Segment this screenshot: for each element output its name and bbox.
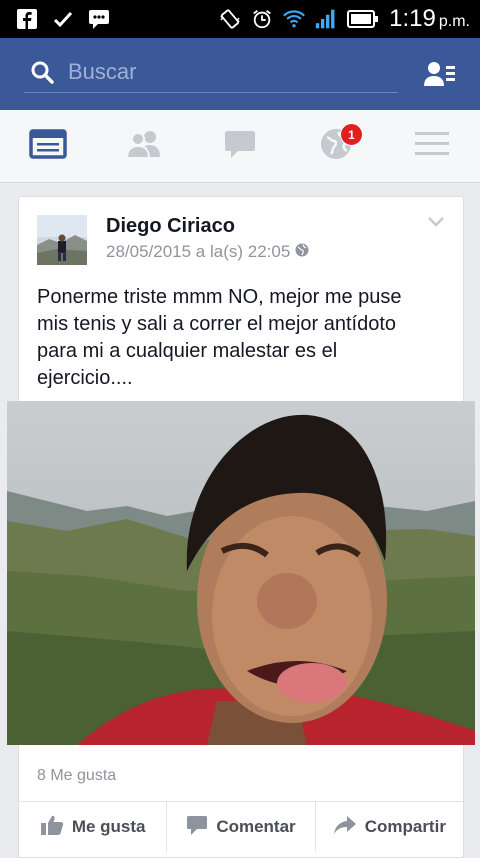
comment-button-label: Comentar (216, 817, 296, 836)
messenger-icon (88, 8, 110, 30)
tab-news-feed[interactable] (0, 110, 96, 182)
post-photo[interactable] (7, 401, 475, 745)
comment-button[interactable]: Comentar (167, 802, 316, 852)
tab-bar: 1 (0, 110, 480, 183)
hamburger-menu-icon (415, 130, 449, 163)
clock-ampm: p.m. (438, 13, 470, 30)
notification-badge: 1 (340, 123, 363, 146)
battery-icon (347, 8, 379, 30)
comment-icon (186, 814, 208, 841)
vibrate-icon (219, 8, 241, 30)
wifi-icon (283, 8, 306, 30)
share-button[interactable]: Compartir (316, 802, 463, 852)
like-button[interactable]: Me gusta (19, 802, 168, 852)
author-avatar[interactable] (37, 215, 87, 265)
signal-icon (315, 8, 337, 30)
tab-notifications[interactable]: 1 (288, 110, 384, 182)
post-card: Diego Ciriaco 28/05/2015 a la(s) 22:05 P… (7, 196, 475, 858)
tab-friends[interactable] (96, 110, 192, 182)
share-button-label: Compartir (364, 817, 446, 836)
news-feed-icon (29, 128, 67, 164)
search-bar[interactable] (24, 52, 398, 93)
search-input[interactable] (66, 56, 390, 88)
friends-icon (125, 129, 163, 164)
share-arrow-icon (333, 815, 357, 840)
post-options-chevron-icon[interactable] (427, 215, 445, 227)
facebook-notification-icon (16, 8, 38, 30)
status-clock: 1:19 p.m. (389, 5, 470, 33)
post-author-name[interactable]: Diego Ciriaco (106, 215, 235, 238)
friend-requests-icon[interactable] (424, 60, 456, 88)
thumbs-up-icon (40, 814, 64, 841)
messages-icon (223, 129, 257, 164)
post-timestamp: 28/05/2015 a la(s) 22:05 (106, 242, 309, 262)
like-button-label: Me gusta (71, 817, 146, 836)
public-globe-icon (295, 242, 309, 262)
tab-more-menu[interactable] (384, 110, 480, 182)
post-timestamp-text: 28/05/2015 a la(s) 22:05 (106, 242, 291, 261)
checkmark-icon (52, 8, 74, 30)
tab-messages[interactable] (192, 110, 288, 182)
likes-count[interactable]: 8 Me gusta (37, 767, 116, 785)
post-actions: Me gusta Comentar Compartir (19, 801, 463, 852)
alarm-icon (251, 8, 273, 30)
post-text: Ponerme triste mmm NO, mejor me puse mis… (37, 286, 402, 389)
clock-time: 1:19 (389, 5, 436, 32)
search-icon[interactable] (30, 60, 54, 84)
top-header (0, 38, 480, 110)
status-bar: 1:19 p.m. (0, 0, 480, 38)
